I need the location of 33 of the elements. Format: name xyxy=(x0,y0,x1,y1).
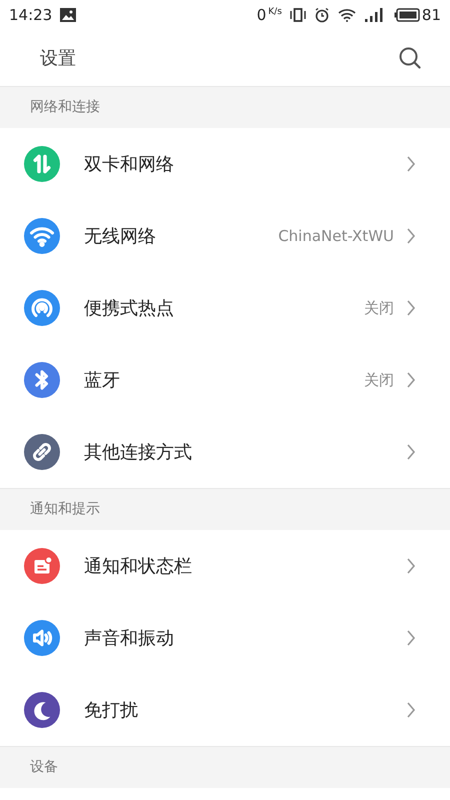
item-label: 其他连接方式 xyxy=(84,440,192,464)
vibrate-icon xyxy=(290,8,306,22)
item-value: 关闭 xyxy=(364,298,394,319)
chevron-icon xyxy=(406,155,416,173)
image-icon xyxy=(60,8,76,22)
item-label: 双卡和网络 xyxy=(84,152,174,176)
chevron-icon xyxy=(406,629,416,647)
net-speed-unit: K/s xyxy=(268,6,282,19)
chevron-icon xyxy=(406,227,416,245)
section-title: 通知和提示 xyxy=(30,500,100,519)
item-label: 免打扰 xyxy=(84,698,138,722)
item-label: 无线网络 xyxy=(84,224,156,248)
item-value: 关闭 xyxy=(364,370,394,391)
section-title: 设备 xyxy=(30,758,58,777)
chevron-icon xyxy=(406,443,416,461)
search-icon[interactable] xyxy=(398,46,422,70)
item-value: ChinaNet-XtWU xyxy=(278,226,394,247)
item-label: 蓝牙 xyxy=(84,368,120,392)
item-label: 声音和振动 xyxy=(84,626,174,650)
wifi-icon xyxy=(338,8,356,22)
battery-percent: 81 xyxy=(422,4,441,26)
chevron-icon xyxy=(406,371,416,389)
chevron-icon xyxy=(406,299,416,317)
page-title: 设置 xyxy=(40,46,76,70)
item-label: 便携式热点 xyxy=(84,296,174,320)
section-title: 网络和连接 xyxy=(30,98,100,117)
item-label: 通知和状态栏 xyxy=(84,554,192,578)
chevron-icon xyxy=(406,557,416,575)
alarm-icon xyxy=(314,7,330,23)
status-time: 14:23 xyxy=(9,4,52,26)
net-speed: 0 xyxy=(256,4,266,26)
battery-icon xyxy=(394,8,420,22)
chevron-icon xyxy=(406,701,416,719)
